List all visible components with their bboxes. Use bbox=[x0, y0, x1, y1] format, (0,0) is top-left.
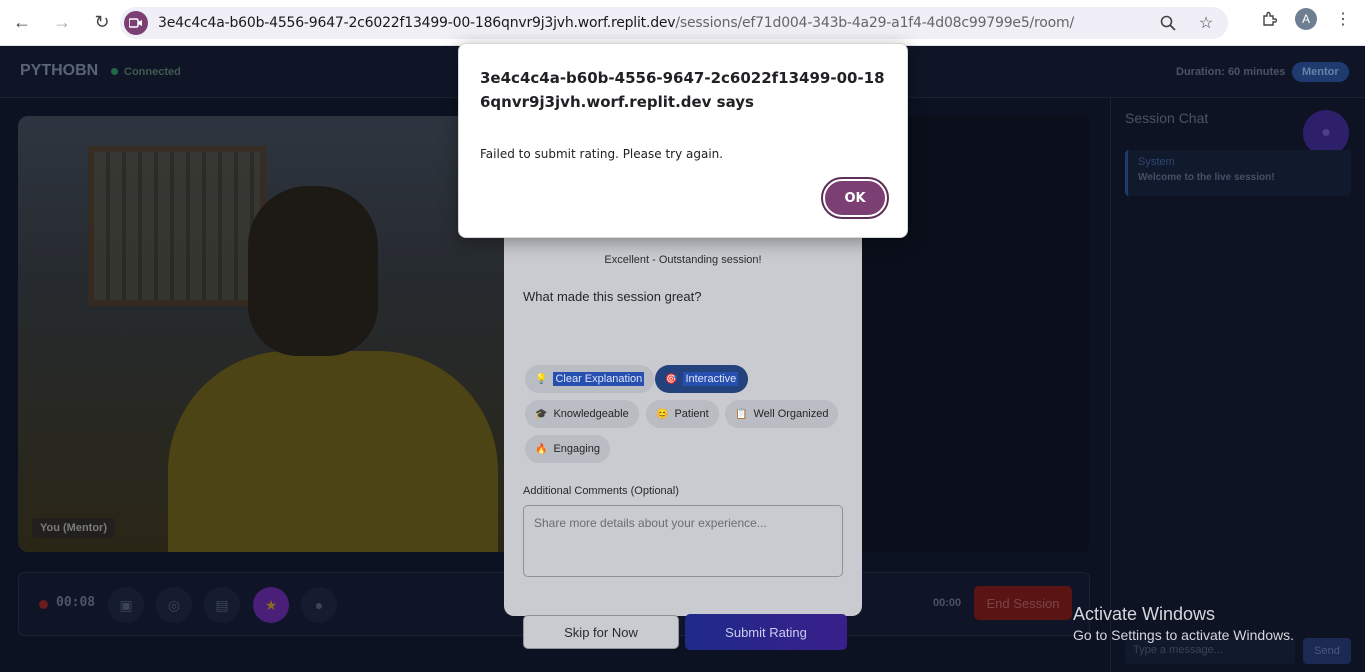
watermark-title: Activate Windows bbox=[1073, 604, 1216, 624]
mic-button[interactable]: ◎ bbox=[156, 587, 192, 623]
message-text: Welcome to the live session! bbox=[1138, 172, 1275, 183]
brand-logo: PYTHOBN bbox=[20, 62, 99, 79]
camera-button[interactable]: ▣ bbox=[108, 587, 144, 623]
microphone-icon: ◎ bbox=[167, 596, 181, 613]
skip-button[interactable]: Skip for Now bbox=[523, 615, 679, 649]
bell-icon: ● bbox=[314, 597, 324, 613]
comments-label: Additional Comments (Optional) bbox=[523, 485, 679, 497]
chip-label: Interactive bbox=[683, 372, 739, 386]
alert-message: Failed to submit rating. Please try agai… bbox=[480, 147, 724, 161]
extensions-icon[interactable] bbox=[1257, 7, 1281, 31]
zoom-icon[interactable] bbox=[1156, 11, 1180, 35]
recording-dot-icon bbox=[39, 600, 48, 609]
session-duration: Duration: 60 minutes bbox=[1176, 66, 1286, 78]
url-host: 3e4c4c4a-b60b-4556-9647-2c6022f13499-00-… bbox=[158, 15, 676, 31]
role-badge: Mentor bbox=[1292, 62, 1349, 82]
chip-knowledgeable[interactable]: 🎓 Knowledgeable bbox=[525, 400, 639, 428]
chat-panel: Session Chat ● System Welcome to the liv… bbox=[1110, 98, 1365, 672]
chip-well-organized[interactable]: 📋 Well Organized bbox=[725, 400, 839, 428]
feedback-question: What made this session great? bbox=[523, 289, 702, 304]
video-person-head bbox=[248, 186, 378, 356]
lightbulb-icon: 💡 bbox=[535, 373, 548, 385]
chat-title: Session Chat bbox=[1125, 110, 1209, 126]
browser-toolbar: ← → ↻ 3e4c4c4a-b60b-4556-9647-2c6022f134… bbox=[0, 0, 1365, 46]
chip-label: Patient bbox=[674, 408, 709, 420]
notify-button[interactable]: ● bbox=[301, 587, 337, 623]
clipboard-icon: 📋 bbox=[735, 408, 748, 420]
message-sender: System bbox=[1138, 156, 1175, 168]
profile-avatar[interactable]: A bbox=[1295, 8, 1317, 30]
alert-title: 3e4c4c4a-b60b-4556-9647-2c6022f13499-00-… bbox=[480, 69, 885, 111]
video-window-shape bbox=[88, 146, 266, 306]
forward-icon[interactable]: → bbox=[44, 5, 80, 41]
rate-button[interactable]: ★ bbox=[253, 587, 289, 623]
address-bar[interactable]: 3e4c4c4a-b60b-4556-9647-2c6022f13499-00-… bbox=[120, 7, 1228, 39]
windows-activation-watermark: Activate Windows Go to Settings to activ… bbox=[1073, 604, 1294, 643]
chip-engaging[interactable]: 🔥 Engaging bbox=[525, 435, 610, 463]
chip-label: Clear Explanation bbox=[553, 372, 645, 386]
chat-send-button[interactable]: Send bbox=[1303, 638, 1351, 664]
connection-status: Connected bbox=[124, 66, 181, 78]
chip-label: Engaging bbox=[553, 443, 600, 455]
reload-icon[interactable]: ↻ bbox=[84, 5, 120, 41]
fire-icon: 🔥 bbox=[535, 443, 548, 455]
menu-dots-icon[interactable]: ⋮ bbox=[1331, 7, 1355, 31]
bookmark-star-icon[interactable]: ☆ bbox=[1194, 11, 1218, 35]
chip-label: Knowledgeable bbox=[553, 408, 629, 420]
connection-dot-icon bbox=[111, 68, 118, 75]
target-icon: 🎯 bbox=[665, 373, 678, 385]
back-icon[interactable]: ← bbox=[4, 5, 40, 41]
url-text[interactable]: 3e4c4c4a-b60b-4556-9647-2c6022f13499-00-… bbox=[158, 15, 1074, 31]
chip-clear-explanation[interactable]: 💡 Clear Explanation bbox=[525, 365, 655, 393]
star-icon: ★ bbox=[264, 596, 278, 613]
video-label: You (Mentor) bbox=[32, 518, 116, 538]
chip-interactive[interactable]: 🎯 Interactive bbox=[655, 365, 749, 393]
camera-icon: ▣ bbox=[119, 596, 133, 613]
site-video-icon bbox=[124, 11, 148, 35]
chip-patient[interactable]: 😊 Patient bbox=[646, 400, 719, 428]
url-path: /sessions/ef71d004-343b-4a29-a1f4-4d08c9… bbox=[675, 15, 1074, 31]
elapsed-time: 00:00 bbox=[933, 597, 962, 609]
chat-message: System Welcome to the live session! bbox=[1125, 150, 1351, 196]
comments-textarea[interactable]: Share more details about your experience… bbox=[523, 505, 843, 577]
chat-bubble-icon: ● bbox=[1321, 124, 1331, 141]
video-person-body bbox=[168, 351, 498, 552]
graduation-cap-icon: 🎓 bbox=[535, 408, 548, 420]
submit-rating-button[interactable]: Submit Rating bbox=[685, 614, 847, 650]
alert-dialog: 3e4c4c4a-b60b-4556-9647-2c6022f13499-00-… bbox=[458, 43, 908, 238]
chip-label: Well Organized bbox=[753, 408, 829, 420]
smile-icon: 😊 bbox=[656, 408, 669, 420]
screen-share-icon: ▤ bbox=[215, 596, 229, 613]
rating-description: Excellent - Outstanding session! bbox=[604, 254, 762, 266]
recording-time: 00:08 bbox=[56, 595, 96, 610]
watermark-subtitle: Go to Settings to activate Windows. bbox=[1073, 627, 1294, 643]
alert-ok-button[interactable]: OK bbox=[821, 177, 889, 219]
end-session-button[interactable]: End Session bbox=[974, 586, 1072, 620]
local-video-feed: You (Mentor) bbox=[18, 116, 504, 552]
screen-share-button[interactable]: ▤ bbox=[204, 587, 240, 623]
